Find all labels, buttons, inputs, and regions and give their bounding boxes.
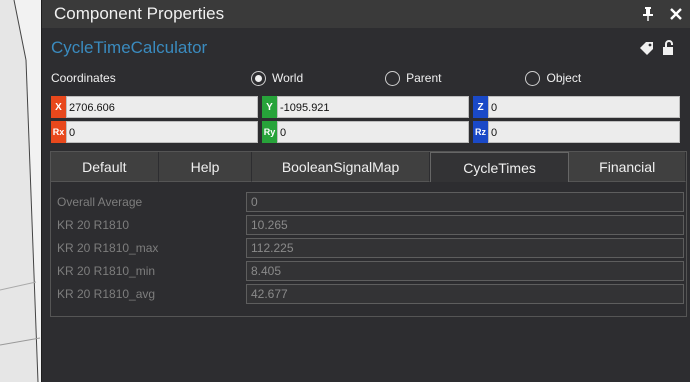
- rz-input[interactable]: 0: [488, 121, 680, 143]
- radio-object-dot[interactable]: [525, 70, 541, 86]
- pin-icon[interactable]: [634, 0, 662, 28]
- ry-field: Ry 0: [262, 121, 469, 143]
- property-row: KR 20 R1810_min 8.405: [51, 259, 686, 282]
- panel-titlebar: Component Properties: [42, 0, 690, 28]
- rx-input[interactable]: 0: [66, 121, 258, 143]
- property-value[interactable]: 0: [246, 191, 684, 212]
- rz-field: Rz 0: [473, 121, 680, 143]
- tab-booleansignalmap[interactable]: BooleanSignalMap: [252, 152, 430, 182]
- property-label: KR 20 R1810_avg: [57, 286, 156, 301]
- rx-field: Rx 0: [51, 121, 258, 143]
- component-name[interactable]: CycleTimeCalculator: [51, 38, 636, 58]
- property-tabs-container: Default Help BooleanSignalMap CycleTimes…: [50, 151, 687, 317]
- property-row: KR 20 R1810 10.265: [51, 213, 686, 236]
- coordinate-system-radio-group: World Parent Object: [251, 70, 609, 86]
- position-row: X 2706.606 Y -1095.921 Z 0: [51, 96, 687, 118]
- property-value[interactable]: 8.405: [246, 260, 684, 281]
- rz-tag: Rz: [473, 121, 488, 143]
- radio-object[interactable]: Object: [525, 70, 582, 86]
- property-row: KR 20 R1810_avg 42.677: [51, 282, 686, 305]
- property-value[interactable]: 42.677: [246, 283, 684, 304]
- x-input[interactable]: 2706.606: [66, 96, 258, 118]
- property-tabs: Default Help BooleanSignalMap CycleTimes…: [51, 152, 686, 182]
- property-row: KR 20 R1810_max 112.225: [51, 236, 686, 259]
- tab-cycletimes[interactable]: CycleTimes: [429, 152, 570, 182]
- y-input[interactable]: -1095.921: [277, 96, 469, 118]
- tab-help[interactable]: Help: [158, 152, 253, 182]
- property-value[interactable]: 112.225: [246, 237, 684, 258]
- 3d-viewport-edge[interactable]: [0, 0, 42, 382]
- unlock-icon[interactable]: [658, 40, 680, 56]
- z-tag: Z: [473, 96, 488, 118]
- rx-tag: Rx: [51, 121, 66, 143]
- coordinates-row: Coordinates World Parent Object: [42, 68, 690, 88]
- property-row: Overall Average 0: [51, 190, 686, 213]
- radio-world[interactable]: World: [251, 70, 304, 86]
- property-label: KR 20 R1810: [57, 217, 130, 232]
- transform-fields: X 2706.606 Y -1095.921 Z 0 Rx 0 Ry 0 Rz: [51, 96, 687, 146]
- radio-object-label: Object: [546, 71, 582, 85]
- x-tag: X: [51, 96, 66, 118]
- ry-input[interactable]: 0: [277, 121, 469, 143]
- cycletimes-properties: Overall Average 0 KR 20 R1810 10.265 KR …: [51, 190, 686, 305]
- property-value[interactable]: 10.265: [246, 214, 684, 235]
- z-field: Z 0: [473, 96, 680, 118]
- y-field: Y -1095.921: [262, 96, 469, 118]
- tab-default[interactable]: Default: [51, 152, 159, 182]
- tag-icon[interactable]: [636, 41, 658, 55]
- rotation-row: Rx 0 Ry 0 Rz 0: [51, 121, 687, 143]
- close-icon[interactable]: [662, 0, 690, 28]
- property-label: KR 20 R1810_min: [57, 263, 156, 278]
- component-header: CycleTimeCalculator: [42, 28, 690, 68]
- radio-world-dot[interactable]: [251, 70, 266, 86]
- coordinates-label: Coordinates: [51, 71, 116, 85]
- radio-parent[interactable]: Parent: [385, 70, 442, 86]
- component-properties-panel: Component Properties CycleTimeCalculator…: [42, 0, 690, 382]
- radio-world-label: World: [272, 71, 304, 85]
- property-label: Overall Average: [57, 194, 143, 209]
- panel-title: Component Properties: [54, 4, 225, 23]
- x-field: X 2706.606: [51, 96, 258, 118]
- property-label: KR 20 R1810_max: [57, 240, 159, 255]
- z-input[interactable]: 0: [488, 96, 680, 118]
- radio-parent-label: Parent: [406, 71, 442, 85]
- ry-tag: Ry: [262, 121, 277, 143]
- y-tag: Y: [262, 96, 277, 118]
- viewport-geometry: [0, 0, 41, 382]
- radio-parent-dot[interactable]: [385, 70, 401, 86]
- tab-financial[interactable]: Financial: [569, 152, 686, 182]
